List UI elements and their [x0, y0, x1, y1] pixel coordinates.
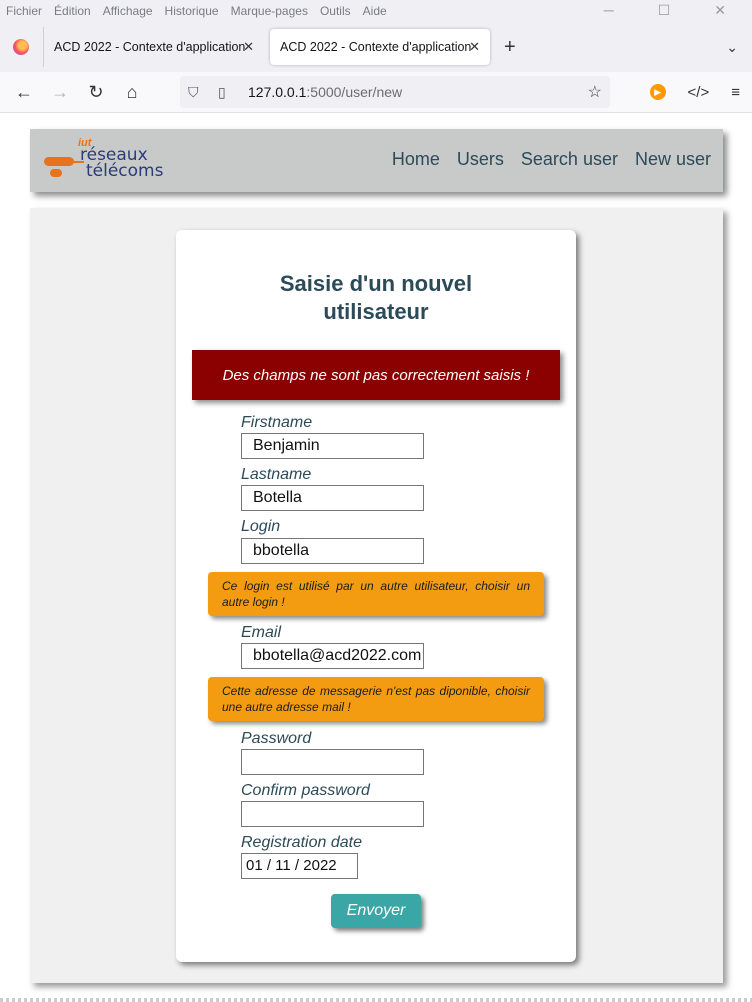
- password-label: Password: [241, 730, 312, 747]
- error-banner: Des champs ne sont pas correctement sais…: [192, 350, 560, 400]
- page-bottom-edge: [0, 998, 752, 1002]
- logo-shape: [50, 169, 62, 177]
- nav-new-user[interactable]: New user: [635, 149, 711, 170]
- close-tab-icon[interactable]: ✕: [243, 39, 254, 55]
- login-input[interactable]: bbotella: [241, 538, 424, 564]
- nav-search-user[interactable]: Search user: [521, 149, 618, 170]
- reload-icon[interactable]: ↻: [78, 82, 114, 103]
- email-warning: Cette adresse de messagerie n'est pas di…: [208, 677, 544, 721]
- confirm-password-label: Confirm password: [241, 782, 370, 799]
- registration-date-label: Registration date: [241, 834, 362, 851]
- media-play-icon[interactable]: ▶: [649, 84, 666, 100]
- url-host: 127.0.0.1: [248, 84, 307, 100]
- nav-users[interactable]: Users: [457, 149, 504, 170]
- maximize-icon[interactable]: ☐: [658, 2, 671, 19]
- site-logo[interactable]: iut réseaux télécoms: [44, 137, 194, 183]
- menu-historique[interactable]: Historique: [165, 4, 219, 18]
- email-label: Email: [241, 624, 282, 641]
- lastname-label: Lastname: [241, 466, 312, 483]
- menu-fichier[interactable]: Fichier: [6, 4, 42, 18]
- tab-1-title: ACD 2022 - Contexte d'application: [54, 40, 246, 54]
- tab-2-active[interactable]: ACD 2022 - Contexte d'application ✕: [270, 29, 490, 65]
- shield-icon[interactable]: ⛉: [188, 84, 208, 101]
- firstname-input[interactable]: Benjamin: [241, 433, 424, 459]
- tab-2-title: ACD 2022 - Contexte d'application: [280, 40, 472, 54]
- logo-telecoms: télécoms: [86, 161, 164, 181]
- navigation-bar: ← → ↻ ⌂ ⛉ ▯ 127.0.0.1:5000/user/new ☆ ▶ …: [0, 72, 752, 113]
- login-label: Login: [241, 518, 281, 535]
- menu-aide[interactable]: Aide: [363, 4, 387, 18]
- toolbar-icons: ▶ </> ≡: [649, 84, 740, 101]
- tab-bar: ACD 2022 - Contexte d'application ✕ ACD …: [0, 22, 752, 72]
- url-bar[interactable]: ⛉ ▯ 127.0.0.1:5000/user/new ☆: [180, 76, 610, 108]
- menu-edition[interactable]: Édition: [54, 4, 91, 18]
- menu-bar: Fichier Édition Affichage Historique Mar…: [0, 0, 752, 22]
- home-icon[interactable]: ⌂: [114, 82, 150, 103]
- password-input[interactable]: [241, 749, 424, 775]
- menu-marque-pages[interactable]: Marque-pages: [231, 4, 308, 18]
- page-content: iut réseaux télécoms Home Users Search u…: [0, 113, 752, 1002]
- page-icon[interactable]: ▯: [218, 84, 234, 101]
- registration-date-input[interactable]: 01 / 11 / 2022: [241, 853, 358, 879]
- lastname-input[interactable]: Botella: [241, 485, 424, 511]
- url-text[interactable]: 127.0.0.1:5000/user/new: [248, 84, 402, 100]
- url-path: :5000/user/new: [306, 84, 403, 100]
- form-title: Saisie d'un nouvel utilisateur: [279, 271, 473, 324]
- back-arrow-icon[interactable]: ←: [6, 82, 42, 103]
- chevron-down-icon[interactable]: ⌄: [726, 39, 738, 56]
- firstname-label: Firstname: [241, 414, 313, 431]
- close-window-icon[interactable]: ✕: [714, 2, 726, 19]
- new-user-form: Saisie d'un nouvel utilisateur Des champ…: [176, 230, 576, 962]
- content-panel: Saisie d'un nouvel utilisateur Des champ…: [30, 208, 723, 983]
- site-nav: Home Users Search user New user: [392, 149, 711, 170]
- email-input[interactable]: bbotella@acd2022.com: [241, 643, 424, 669]
- minimize-icon[interactable]: ─: [604, 2, 614, 19]
- dev-tools-icon[interactable]: </>: [688, 84, 710, 101]
- site-header: iut réseaux télécoms Home Users Search u…: [30, 129, 723, 192]
- submit-button[interactable]: Envoyer: [331, 894, 421, 928]
- menu-affichage[interactable]: Affichage: [103, 4, 153, 18]
- hamburger-menu-icon[interactable]: ≡: [731, 84, 740, 101]
- window-controls: ─ ☐ ✕: [604, 2, 738, 19]
- close-tab-icon[interactable]: ✕: [469, 39, 480, 55]
- tab-1[interactable]: ACD 2022 - Contexte d'application ✕: [44, 29, 264, 65]
- confirm-password-input[interactable]: [241, 801, 424, 827]
- menu-outils[interactable]: Outils: [320, 4, 351, 18]
- new-tab-icon[interactable]: +: [504, 36, 516, 59]
- nav-home[interactable]: Home: [392, 149, 440, 170]
- login-warning: Ce login est utilisé par un autre utilis…: [208, 572, 544, 616]
- bookmark-star-icon[interactable]: ☆: [588, 82, 602, 102]
- firefox-icon[interactable]: [13, 39, 29, 55]
- forward-arrow-icon[interactable]: →: [42, 82, 78, 103]
